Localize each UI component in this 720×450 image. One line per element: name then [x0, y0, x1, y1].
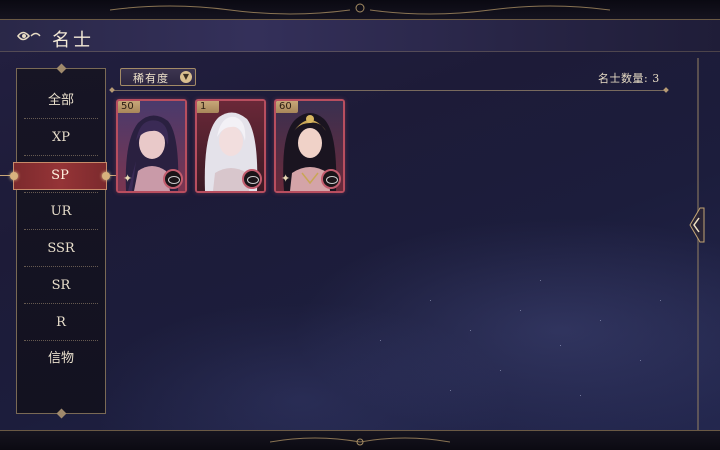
category-item-token[interactable]: 信物 — [24, 345, 98, 373]
character-card[interactable]: 60 ✦ — [274, 99, 345, 193]
category-item-ur[interactable]: UR — [24, 198, 98, 226]
category-item-all[interactable]: 全部 — [24, 87, 98, 115]
level-badge: 60 — [276, 101, 298, 113]
eye-badge-icon — [321, 169, 341, 189]
category-item-sp[interactable]: SP — [13, 162, 107, 190]
category-label: XP — [51, 130, 70, 145]
divider — [24, 340, 98, 341]
back-swirl-icon[interactable] — [16, 27, 42, 45]
sort-label: 稀有度 — [133, 72, 169, 85]
game-background — [0, 0, 720, 450]
category-item-ssr[interactable]: SSR — [24, 235, 98, 263]
page-title: 名士 — [52, 30, 94, 51]
divider — [24, 192, 98, 193]
category-item-xp[interactable]: XP — [24, 124, 98, 152]
character-card[interactable]: 50 ✦ — [116, 99, 187, 193]
title-band — [0, 20, 720, 52]
divider — [112, 90, 666, 91]
level-badge: 1 — [197, 101, 219, 113]
right-frame-line — [697, 58, 699, 430]
category-item-r[interactable]: R — [24, 309, 98, 337]
bottom-ornament-icon — [270, 437, 450, 446]
category-item-sr[interactable]: SR — [24, 272, 98, 300]
eye-badge-icon — [163, 169, 183, 189]
expand-left-arrow-icon[interactable] — [688, 206, 706, 244]
category-label: R — [56, 315, 66, 330]
sparkle-icon: ✦ — [123, 172, 133, 185]
level-badge: 50 — [118, 101, 140, 113]
character-count: 名士数量: 3 — [598, 72, 660, 85]
divider — [24, 229, 98, 230]
sparkle-icon: ✦ — [281, 172, 291, 185]
chevron-down-icon: ▼ — [180, 71, 192, 83]
category-label: 全部 — [47, 93, 74, 108]
eye-badge-icon — [242, 169, 262, 189]
divider — [24, 303, 98, 304]
character-card[interactable]: 1 — [195, 99, 266, 193]
category-label: SSR — [47, 241, 75, 256]
top-ornament-icon — [110, 3, 610, 15]
active-ornament-left — [0, 175, 10, 176]
category-label: 信物 — [47, 351, 74, 366]
category-label: SR — [51, 278, 71, 293]
sort-rarity-dropdown[interactable]: 稀有度 ▼ — [120, 68, 196, 86]
category-label: UR — [50, 204, 72, 219]
divider — [24, 155, 98, 156]
divider — [24, 266, 98, 267]
divider — [24, 118, 98, 119]
